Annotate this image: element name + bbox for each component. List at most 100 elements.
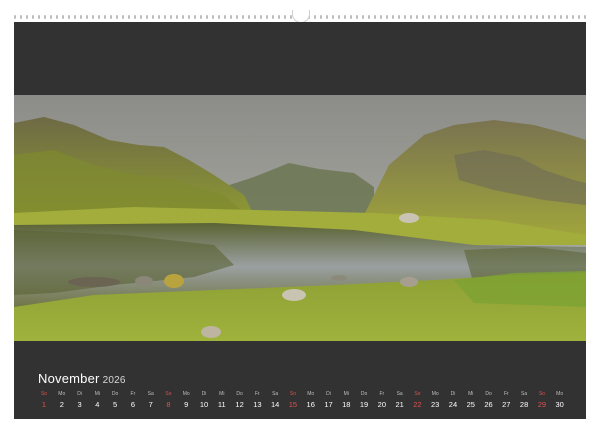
day-cell: Fr 6	[125, 391, 141, 410]
weekday-label: Fr	[130, 391, 136, 397]
weekday-label: Di	[77, 391, 82, 397]
binding-hole	[170, 15, 172, 19]
weekday-label: Mi	[468, 391, 474, 397]
binding-hole	[530, 15, 532, 19]
binding-hole	[56, 15, 58, 19]
binding-hole	[140, 15, 142, 19]
day-cell: Mi 18	[338, 391, 354, 410]
day-number: 4	[95, 400, 100, 409]
day-cell: Sa 7	[143, 391, 159, 410]
day-cell: Mi 4	[89, 391, 105, 410]
binding-hole	[392, 15, 394, 19]
day-cell: So 1	[36, 391, 52, 410]
binding-hole	[164, 15, 166, 19]
mountain-lake-image	[14, 95, 586, 341]
weekday-label: Do	[485, 391, 492, 397]
binding-hole	[524, 15, 526, 19]
binding-hole	[176, 15, 178, 19]
binding-hole	[32, 15, 34, 19]
day-number: 30	[555, 400, 564, 409]
day-cell: Fr 20	[374, 391, 390, 410]
binding-hole	[482, 15, 484, 19]
binding-hole	[20, 15, 22, 19]
day-cell: Do 26	[481, 391, 497, 410]
binding-hole	[14, 15, 16, 19]
binding-hole	[356, 15, 358, 19]
binding-hole	[206, 15, 208, 19]
binding-hole	[584, 15, 586, 19]
day-number: 1	[41, 400, 47, 409]
weekday-label: Mi	[219, 391, 225, 397]
binding-hole	[458, 15, 460, 19]
day-cell: Mo 23	[427, 391, 443, 410]
day-number: 3	[77, 400, 82, 409]
binding-hole	[38, 15, 40, 19]
weekday-label: So	[40, 391, 48, 397]
day-number: 9	[184, 400, 189, 409]
weekday-label: Di	[450, 391, 456, 397]
binding-hole	[284, 15, 286, 19]
binding-hole	[554, 15, 556, 19]
binding-hole	[128, 15, 130, 19]
binding-hole	[386, 15, 388, 19]
weekday-label: Do	[111, 391, 119, 397]
day-cell: Do 12	[232, 391, 248, 410]
binding-hole	[194, 15, 196, 19]
binding-hole	[98, 15, 100, 19]
weekday-label: Di	[201, 391, 207, 397]
binding-hole	[248, 15, 250, 19]
day-number: 28	[519, 400, 529, 409]
binding-hole	[578, 15, 580, 19]
binding-hole	[200, 15, 202, 19]
day-cell: Di 3	[72, 391, 88, 410]
day-cell: Do 19	[356, 391, 372, 410]
weekday-label: Mi	[343, 391, 349, 397]
binding-hole	[212, 15, 214, 19]
binding-hole	[506, 15, 508, 19]
month-name: November	[38, 371, 100, 386]
binding-hole	[254, 15, 256, 19]
binding-hole	[182, 15, 184, 19]
binding-hole	[422, 15, 424, 19]
binding-hole	[560, 15, 562, 19]
binding-hole	[230, 15, 232, 19]
weekday-label: Mo	[58, 391, 66, 397]
day-number: 16	[306, 400, 315, 409]
day-cell: Fr 27	[498, 391, 514, 410]
weekday-label: Sa	[147, 391, 154, 397]
binding-hole	[416, 15, 418, 19]
binding-hole	[410, 15, 412, 19]
binding-hole	[500, 15, 502, 19]
day-number: 6	[130, 400, 135, 409]
binding-hole	[260, 15, 262, 19]
day-cell: Do 5	[107, 391, 123, 410]
binding-hole	[62, 15, 64, 19]
binding-hole	[344, 15, 346, 19]
day-number: 23	[431, 400, 440, 409]
day-cell: Mo 30	[552, 391, 568, 410]
day-cell: Mi 11	[214, 391, 230, 410]
day-cell: Sa 28	[516, 391, 532, 410]
binding-hole	[446, 15, 448, 19]
weekday-label: Mo	[307, 391, 315, 397]
weekday-label: So	[165, 391, 172, 397]
binding-hole	[518, 15, 520, 19]
weekday-label: So	[538, 391, 545, 397]
binding-hole	[122, 15, 124, 19]
day-cell: Di 10	[196, 391, 212, 410]
weekday-label: Fr	[379, 391, 385, 397]
day-cell: So 15	[285, 391, 301, 410]
binding-hole	[566, 15, 568, 19]
binding-hole	[236, 15, 238, 19]
binding-hole	[374, 15, 376, 19]
weekday-label: So	[289, 391, 296, 397]
day-number: 8	[166, 400, 171, 409]
binding-hole	[512, 15, 514, 19]
month-title: November 2026	[38, 371, 126, 386]
day-number: 7	[148, 400, 153, 409]
binding-hole	[104, 15, 106, 19]
binding-hole	[470, 15, 472, 19]
binding-hole	[428, 15, 430, 19]
binding-hole	[536, 15, 538, 19]
weekday-label: Fr	[255, 391, 260, 397]
